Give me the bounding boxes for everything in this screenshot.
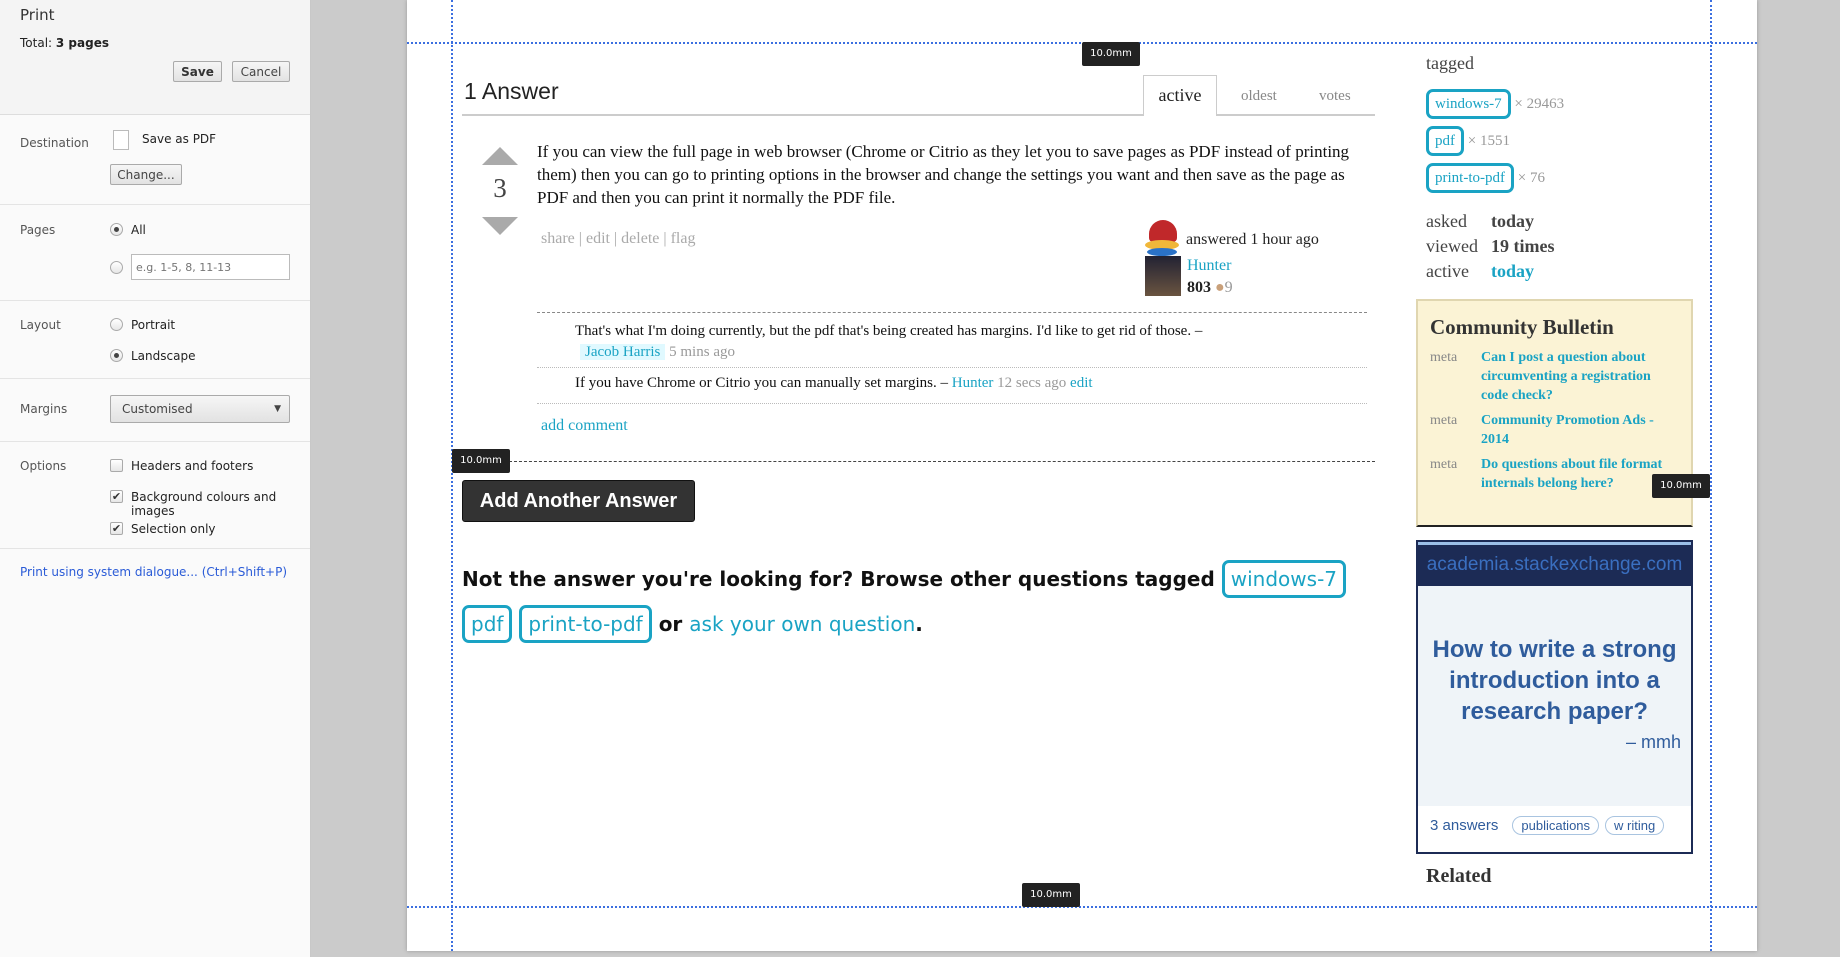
user-reputation: 803 ●9 — [1187, 279, 1233, 296]
comment-2: If you have Chrome or Citrio you can man… — [575, 375, 1093, 391]
pages-range-input[interactable] — [131, 254, 290, 280]
bronze-badge-icon: ● — [1215, 279, 1225, 296]
answer-user-link[interactable]: Hunter — [1187, 257, 1231, 275]
tag-windows-7[interactable]: windows-7 — [1426, 89, 1511, 119]
pdf-file-icon — [113, 130, 129, 150]
add-comment-link[interactable]: add comment — [541, 417, 628, 435]
total-pages: Total: 3 pages — [20, 36, 109, 50]
comment-user-link[interactable]: Hunter — [952, 375, 994, 391]
comment-edit-link[interactable]: edit — [1070, 375, 1093, 391]
user-avatar[interactable] — [1145, 220, 1181, 296]
chevron-down-icon: ▼ — [274, 404, 281, 414]
margins-label: Margins — [20, 402, 68, 416]
downvote-icon[interactable] — [482, 217, 518, 235]
tab-votes[interactable]: votes — [1319, 88, 1351, 105]
browse-other-questions: Not the answer you're looking for? Brows… — [462, 557, 1362, 647]
tab-active[interactable]: active — [1143, 75, 1217, 116]
margins-select[interactable]: Customised ▼ — [110, 395, 290, 423]
tag-print-to-pdf[interactable]: print-to-pdf — [519, 605, 652, 643]
tab-oldest[interactable]: oldest — [1241, 88, 1277, 105]
divider — [0, 204, 310, 205]
pages-all-label: All — [131, 223, 146, 237]
divider — [0, 378, 310, 379]
question-stats: asked today viewed 19 times active today — [1426, 211, 1555, 281]
selection-only-label: Selection only — [131, 522, 216, 536]
print-settings-panel: Print Total: 3 pages Save Cancel Destina… — [0, 0, 311, 957]
upvote-icon[interactable] — [482, 147, 518, 165]
portrait-radio[interactable] — [110, 318, 123, 331]
ad-answer-count: 3 answers — [1430, 817, 1499, 834]
vote-count: 3 — [493, 173, 507, 203]
pages-label: Pages — [20, 223, 56, 237]
tag-windows-7[interactable]: windows-7 — [1221, 560, 1347, 598]
headers-footers-checkbox[interactable] — [110, 459, 123, 472]
divider — [0, 300, 310, 301]
answer-divider — [509, 461, 1375, 462]
tag-pdf[interactable]: pdf — [1426, 126, 1464, 156]
flag-link[interactable]: flag — [671, 230, 696, 247]
margin-top-label: 10.0mm — [1082, 42, 1140, 66]
ad-site: academia.stackexchange.com — [1418, 542, 1691, 586]
tabs-underline — [462, 114, 1375, 116]
margin-right-label: 10.0mm — [1652, 474, 1710, 498]
answers-title: 1 Answer — [464, 78, 559, 104]
comment-user-link[interactable]: Jacob Harris — [580, 344, 666, 360]
tag-print-to-pdf[interactable]: print-to-pdf — [1426, 163, 1514, 193]
tag-pdf[interactable]: pdf — [462, 605, 513, 643]
cancel-button[interactable]: Cancel — [232, 61, 290, 82]
divider — [0, 441, 310, 442]
bulletin-link[interactable]: Community Promotion Ads - 2014 — [1481, 411, 1679, 449]
comments-divider — [537, 312, 1367, 313]
destination-label: Destination — [20, 136, 89, 150]
comment-1: That's what I'm doing currently, but the… — [575, 323, 1203, 360]
ad-question: How to write a strong introduction into … — [1418, 586, 1691, 806]
pages-custom-radio[interactable] — [110, 261, 123, 274]
margin-guide-left[interactable] — [451, 0, 453, 951]
comment-divider — [537, 367, 1367, 368]
landscape-radio[interactable] — [110, 349, 123, 362]
margin-guide-bottom[interactable] — [407, 906, 1757, 908]
question-tags: windows-7 × 29463 pdf × 1551 print-to-pd… — [1426, 86, 1564, 197]
ad-tag: w riting — [1605, 816, 1665, 835]
comment-divider — [537, 403, 1367, 404]
background-label: Background colours and images — [131, 490, 277, 518]
ad-tag: publications — [1512, 816, 1600, 835]
selection-only-checkbox[interactable]: ✔ — [110, 522, 123, 535]
ad-academia[interactable]: academia.stackexchange.com How to write … — [1416, 540, 1693, 854]
margin-bottom-label: 10.0mm — [1022, 883, 1080, 907]
background-checkbox[interactable]: ✔ — [110, 490, 123, 503]
share-link[interactable]: share — [541, 230, 575, 247]
tagged-heading: tagged — [1426, 53, 1474, 73]
edit-link[interactable]: edit — [586, 230, 610, 247]
portrait-label: Portrait — [131, 318, 176, 332]
system-dialog-link[interactable]: Print using system dialogue... (Ctrl+Shi… — [20, 565, 287, 579]
change-destination-button[interactable]: Change... — [110, 164, 182, 185]
bulletin-link[interactable]: Do questions about file format internals… — [1481, 455, 1679, 493]
layout-label: Layout — [20, 318, 61, 332]
options-label: Options — [20, 459, 67, 473]
headers-footers-label: Headers and footers — [131, 459, 254, 473]
answer-body: If you can view the full page in web bro… — [537, 142, 1350, 207]
save-button[interactable]: Save — [173, 61, 222, 82]
bulletin-title: Community Bulletin — [1430, 315, 1614, 339]
divider — [0, 548, 310, 549]
post-actions: share | edit | delete | flag — [541, 230, 696, 247]
ask-question-link[interactable]: ask your own question — [689, 612, 915, 636]
add-another-answer-button[interactable]: Add Another Answer — [462, 480, 695, 522]
delete-link[interactable]: delete — [621, 230, 659, 247]
answered-time: answered 1 hour ago — [1186, 231, 1319, 248]
destination-value: Save as PDF — [142, 132, 217, 146]
related-heading: Related — [1426, 865, 1492, 887]
bulletin-link[interactable]: Can I post a question about circumventin… — [1481, 348, 1679, 405]
print-title: Print — [20, 6, 55, 24]
landscape-label: Landscape — [131, 349, 196, 363]
margin-left-label: 10.0mm — [452, 449, 510, 473]
margin-guide-right[interactable] — [1710, 0, 1712, 951]
pages-all-radio[interactable] — [110, 223, 123, 236]
